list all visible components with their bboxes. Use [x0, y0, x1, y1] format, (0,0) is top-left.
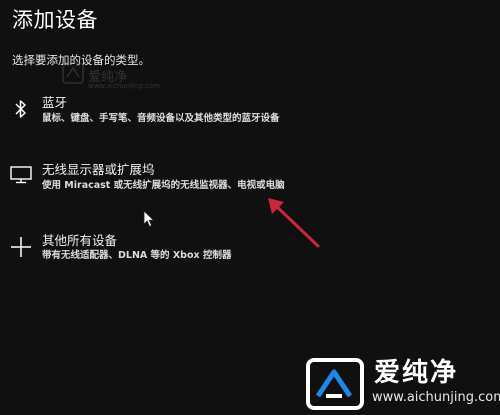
mouse-cursor-icon [143, 210, 155, 232]
option-other-devices-description: 带有无线适配器、DLNA 等的 Xbox 控制器 [42, 250, 232, 261]
monitor-icon [8, 162, 34, 188]
option-bluetooth-description: 鼠标、键盘、手写笔、音频设备以及其他类型的蓝牙设备 [42, 113, 280, 124]
option-wireless-display-label: 无线显示器或扩展坞 [42, 162, 155, 177]
dialog-title: 添加设备 [12, 8, 98, 32]
option-bluetooth[interactable]: 蓝牙 鼠标、键盘、手写笔、音频设备以及其他类型的蓝牙设备 [0, 92, 360, 136]
add-device-dialog: 添加设备 选择要添加的设备的类型。 爱纯净 www.aichunjing.com… [0, 0, 500, 415]
watermark-small-url: www.aichunjing.com [88, 82, 161, 90]
option-other-devices-label: 其他所有设备 [42, 233, 118, 248]
watermark-small: 爱纯净 www.aichunjing.com [62, 62, 160, 90]
watermark: 爱纯净 www.aichunjing.com [302, 352, 500, 415]
option-bluetooth-label: 蓝牙 [42, 95, 68, 110]
option-wireless-display-description: 使用 Miracast 或无线扩展坞的无线监视器、电视或电脑 [42, 180, 285, 191]
aichunjing-logo-icon [304, 356, 368, 415]
red-arrow-icon [258, 190, 328, 258]
plus-icon [8, 234, 34, 260]
watermark-url: www.aichunjing.com [372, 390, 500, 405]
watermark-brand-text: 爱纯净 [374, 358, 459, 388]
bluetooth-icon [8, 96, 34, 122]
watermark-small-logo-icon [62, 62, 84, 84]
